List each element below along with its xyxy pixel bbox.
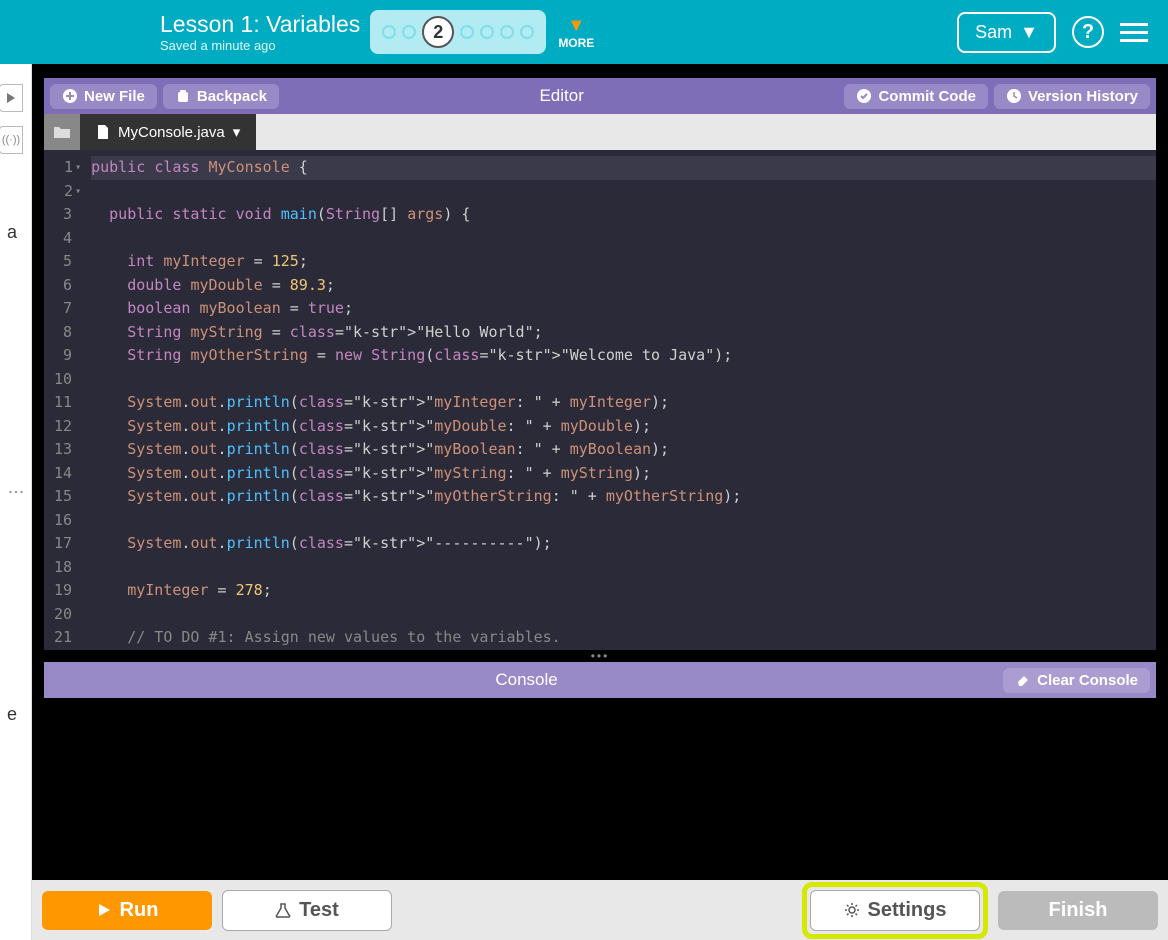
file-browser-button[interactable] — [44, 114, 80, 150]
progress-dot[interactable] — [402, 25, 416, 39]
file-icon — [96, 124, 110, 140]
chevron-down-icon[interactable]: ▾ — [233, 123, 241, 141]
main-area: ((·)) a ⋮ e New File Backpack Editor Com… — [0, 64, 1168, 940]
flask-icon — [275, 902, 291, 918]
more-dropdown[interactable]: ▼ MORE — [558, 15, 594, 50]
editor-frame: New File Backpack Editor Commit Code Ver… — [32, 64, 1168, 940]
progress-dot[interactable] — [500, 25, 514, 39]
top-header: Lesson 1: Variables Saved a minute ago 2… — [0, 0, 1168, 64]
progress-current[interactable]: 2 — [422, 16, 454, 48]
resize-handle-dots-icon[interactable]: ⋮ — [6, 484, 25, 498]
progress-indicator[interactable]: 2 — [370, 10, 546, 54]
plus-circle-icon — [62, 88, 78, 104]
settings-button[interactable]: Settings — [810, 890, 980, 931]
file-tabs: MyConsole.java ▾ — [44, 114, 1156, 150]
gear-icon — [844, 902, 860, 918]
hamburger-menu-icon[interactable] — [1120, 23, 1148, 42]
backpack-button[interactable]: Backpack — [163, 84, 279, 109]
version-history-button[interactable]: Version History — [994, 84, 1150, 109]
backpack-icon — [175, 88, 191, 104]
lesson-title: Lesson 1: Variables — [160, 11, 360, 38]
left-letter-e: e — [7, 704, 17, 725]
play-icon — [96, 902, 112, 918]
eraser-icon — [1015, 672, 1031, 688]
commit-code-button[interactable]: Commit Code — [844, 84, 988, 109]
progress-dot[interactable] — [460, 25, 474, 39]
console-header: Console Clear Console — [44, 662, 1156, 698]
bottom-bar: Run Test Settings Finish — [32, 880, 1168, 940]
help-icon[interactable]: ? — [1072, 16, 1104, 48]
test-button[interactable]: Test — [222, 890, 392, 931]
lesson-block: Lesson 1: Variables Saved a minute ago — [160, 11, 360, 53]
clock-icon — [1006, 88, 1022, 104]
settings-highlight: Settings — [802, 882, 988, 939]
editor-title: Editor — [285, 86, 839, 106]
editor-toolbar: New File Backpack Editor Commit Code Ver… — [44, 78, 1156, 114]
folder-icon — [53, 124, 71, 140]
play-tab-icon[interactable] — [0, 84, 23, 112]
line-gutter: 1▾ 2▾ 3 4 5 6 7 8 9 10 11 12 13 14 15 16… — [44, 150, 87, 650]
user-menu-button[interactable]: Sam ▼ — [957, 12, 1056, 53]
user-name: Sam — [975, 22, 1012, 43]
file-tab[interactable]: MyConsole.java ▾ — [80, 114, 256, 150]
chevron-down-icon: ▼ — [1020, 22, 1038, 43]
more-label: MORE — [558, 36, 594, 50]
progress-dot[interactable] — [520, 25, 534, 39]
file-name: MyConsole.java — [118, 124, 225, 141]
code-editor[interactable]: 1▾ 2▾ 3 4 5 6 7 8 9 10 11 12 13 14 15 16… — [44, 150, 1156, 650]
clear-console-button[interactable]: Clear Console — [1003, 668, 1150, 693]
new-file-button[interactable]: New File — [50, 84, 157, 109]
finish-button[interactable]: Finish — [998, 891, 1158, 930]
progress-dot[interactable] — [382, 25, 396, 39]
left-panel-collapsed: ((·)) a ⋮ e — [0, 64, 32, 940]
console-title: Console — [50, 670, 1003, 690]
code-body[interactable]: public class MyConsole { public static v… — [87, 150, 1156, 650]
saved-status: Saved a minute ago — [160, 38, 360, 53]
sound-tab-icon[interactable]: ((·)) — [0, 126, 23, 154]
progress-dot[interactable] — [480, 25, 494, 39]
left-letter-a: a — [7, 222, 17, 243]
console-output[interactable] — [44, 698, 1156, 874]
resize-handle[interactable]: ••• — [44, 650, 1156, 662]
check-circle-icon — [856, 88, 872, 104]
chevron-down-icon: ▼ — [567, 15, 585, 36]
run-button[interactable]: Run — [42, 891, 212, 930]
